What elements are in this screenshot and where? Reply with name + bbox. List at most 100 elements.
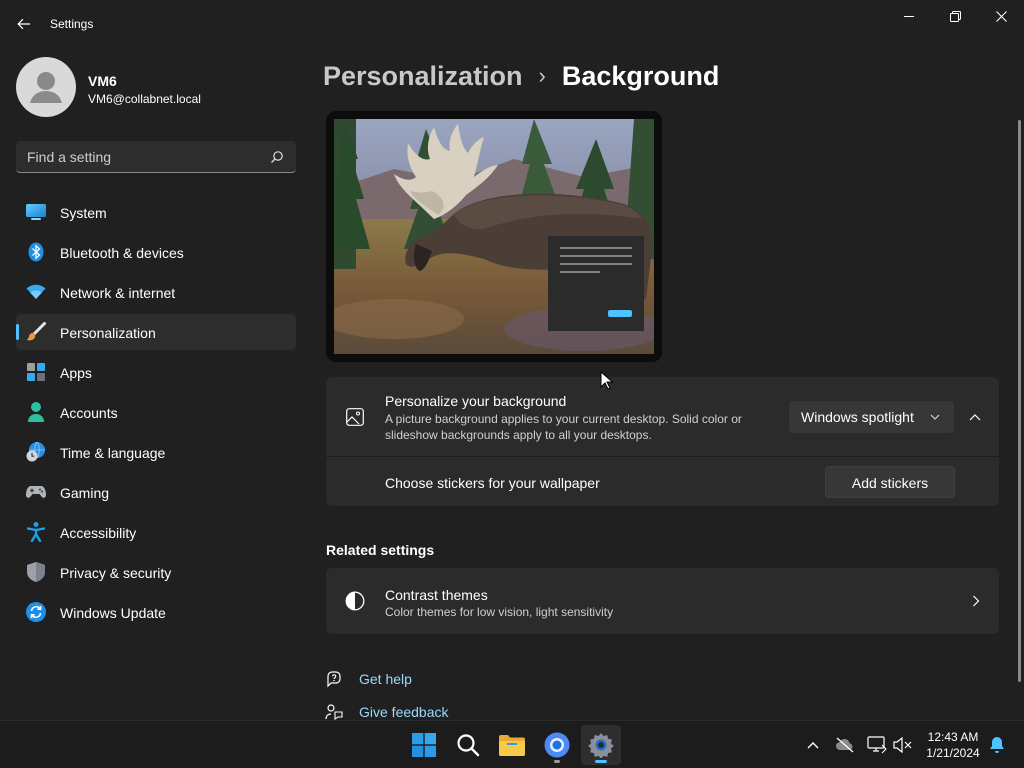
back-button[interactable] bbox=[10, 10, 38, 38]
add-stickers-button[interactable]: Add stickers bbox=[825, 466, 955, 498]
volume-muted-icon bbox=[893, 737, 912, 753]
network-icon bbox=[867, 736, 887, 754]
collapse-button[interactable] bbox=[960, 401, 990, 433]
user-name: VM6 bbox=[88, 73, 117, 89]
contrast-icon bbox=[345, 591, 365, 611]
add-stickers-label: Add stickers bbox=[851, 475, 929, 491]
close-button[interactable] bbox=[978, 0, 1024, 32]
cloud-offline-icon bbox=[836, 737, 854, 753]
sidebar-item-label: Bluetooth & devices bbox=[60, 245, 184, 261]
help-icon bbox=[324, 669, 344, 689]
minimize-icon bbox=[904, 16, 914, 17]
sidebar-item-personalization[interactable]: Personalization bbox=[16, 314, 296, 350]
preview-window-mockup bbox=[548, 236, 644, 331]
start-icon bbox=[412, 733, 436, 757]
avatar bbox=[16, 57, 76, 117]
background-type-dropdown[interactable]: Windows spotlight bbox=[789, 401, 954, 433]
show-hidden-icons-button[interactable] bbox=[802, 734, 824, 756]
stickers-label: Choose stickers for your wallpaper bbox=[385, 475, 600, 491]
clock-date: 1/21/2024 bbox=[926, 746, 980, 760]
network-tray-button[interactable] bbox=[866, 734, 888, 756]
sidebar-item-label: Gaming bbox=[60, 485, 110, 501]
volume-tray-button[interactable] bbox=[892, 734, 914, 756]
system-icon bbox=[26, 203, 46, 221]
sidebar-item-label: Privacy & security bbox=[60, 565, 172, 581]
title-bar: Settings bbox=[0, 0, 1024, 48]
accounts-icon bbox=[26, 402, 46, 422]
chevron-right-icon bbox=[966, 591, 986, 611]
active-indicator bbox=[595, 760, 607, 763]
contrast-themes-desc: Color themes for low vision, light sensi… bbox=[385, 605, 614, 619]
accessibility-icon bbox=[26, 522, 46, 542]
scrollbar[interactable] bbox=[1018, 120, 1021, 682]
sidebar-item-accessibility[interactable]: Accessibility bbox=[16, 514, 296, 550]
start-button[interactable] bbox=[404, 725, 444, 765]
search-input[interactable] bbox=[16, 141, 266, 172]
clock-time: 12:43 AM bbox=[927, 730, 979, 744]
brush-icon bbox=[26, 322, 46, 341]
get-help-label: Get help bbox=[359, 671, 412, 687]
sidebar-item-network[interactable]: Network & internet bbox=[16, 274, 296, 310]
search-box[interactable] bbox=[16, 141, 296, 173]
chevron-up-icon bbox=[969, 414, 981, 421]
apps-icon bbox=[26, 363, 46, 381]
onedrive-tray-button[interactable] bbox=[834, 734, 856, 756]
bluetooth-icon bbox=[26, 242, 46, 262]
page-title: Background bbox=[561, 60, 720, 91]
sidebar-item-gaming[interactable]: Gaming bbox=[16, 474, 296, 510]
personalize-background-desc-1: A picture background applies to your cur… bbox=[385, 412, 742, 426]
chevron-down-icon bbox=[930, 414, 940, 420]
sidebar-item-label: Accessibility bbox=[60, 525, 137, 541]
contrast-themes-card[interactable]: Contrast themes Color themes for low vis… bbox=[326, 568, 999, 634]
search-icon bbox=[271, 151, 283, 163]
sidebar-item-apps[interactable]: Apps bbox=[16, 354, 296, 390]
sidebar-item-privacy[interactable]: Privacy & security bbox=[16, 554, 296, 590]
sidebar-item-label: Network & internet bbox=[60, 285, 176, 301]
personalize-background-desc-2: slideshow backgrounds apply to all your … bbox=[385, 428, 652, 442]
settings-taskbar-button[interactable] bbox=[581, 725, 621, 765]
sidebar-item-label: Time & language bbox=[60, 445, 166, 461]
close-icon bbox=[995, 10, 1007, 22]
mouse-cursor-icon bbox=[600, 371, 614, 390]
chrome-button[interactable] bbox=[537, 725, 577, 765]
dropdown-selected-value: Windows spotlight bbox=[801, 409, 914, 425]
taskbar-clock[interactable]: 12:43 AM 1/21/2024 bbox=[918, 729, 988, 761]
sidebar-item-system[interactable]: System bbox=[16, 194, 296, 230]
user-profile[interactable]: VM6 VM6@collabnet.local bbox=[16, 57, 296, 117]
chrome-icon bbox=[544, 732, 570, 758]
sidebar-item-label: Personalization bbox=[60, 325, 156, 341]
gamepad-icon bbox=[26, 483, 46, 501]
sidebar-item-bluetooth[interactable]: Bluetooth & devices bbox=[16, 234, 296, 270]
taskbar: 12:43 AM 1/21/2024 bbox=[0, 720, 1024, 768]
notifications-button[interactable] bbox=[986, 734, 1008, 756]
sidebar-item-label: Windows Update bbox=[60, 605, 166, 621]
user-email: VM6@collabnet.local bbox=[88, 92, 201, 106]
sidebar-item-accounts[interactable]: Accounts bbox=[16, 394, 296, 430]
sidebar-nav: System Bluetooth & devices Network & int… bbox=[16, 194, 296, 634]
sidebar-item-label: Accounts bbox=[60, 405, 118, 421]
shield-icon bbox=[26, 562, 46, 582]
file-explorer-icon bbox=[499, 735, 525, 756]
sidebar-item-windows-update[interactable]: Windows Update bbox=[16, 594, 296, 630]
sidebar-item-time-language[interactable]: Time & language bbox=[16, 434, 296, 470]
minimize-button[interactable] bbox=[886, 0, 932, 32]
feedback-icon bbox=[324, 702, 344, 722]
restore-button[interactable] bbox=[932, 0, 978, 32]
globe-clock-icon bbox=[26, 442, 46, 462]
image-icon bbox=[345, 407, 365, 427]
sidebar-item-label: Apps bbox=[60, 365, 92, 381]
contrast-themes-title: Contrast themes bbox=[385, 587, 488, 603]
breadcrumb-separator: › bbox=[538, 63, 546, 88]
file-explorer-button[interactable] bbox=[492, 725, 532, 765]
user-avatar-icon bbox=[30, 72, 62, 103]
app-title: Settings bbox=[50, 17, 94, 31]
related-settings-heading: Related settings bbox=[326, 542, 435, 558]
update-icon bbox=[26, 602, 46, 622]
background-preview bbox=[326, 111, 662, 362]
breadcrumb-parent[interactable]: Personalization bbox=[323, 61, 523, 92]
settings-icon bbox=[588, 733, 614, 758]
taskbar-search-button[interactable] bbox=[448, 725, 488, 765]
search-icon bbox=[457, 734, 480, 757]
wifi-icon bbox=[26, 283, 46, 301]
back-arrow-icon bbox=[17, 18, 30, 30]
